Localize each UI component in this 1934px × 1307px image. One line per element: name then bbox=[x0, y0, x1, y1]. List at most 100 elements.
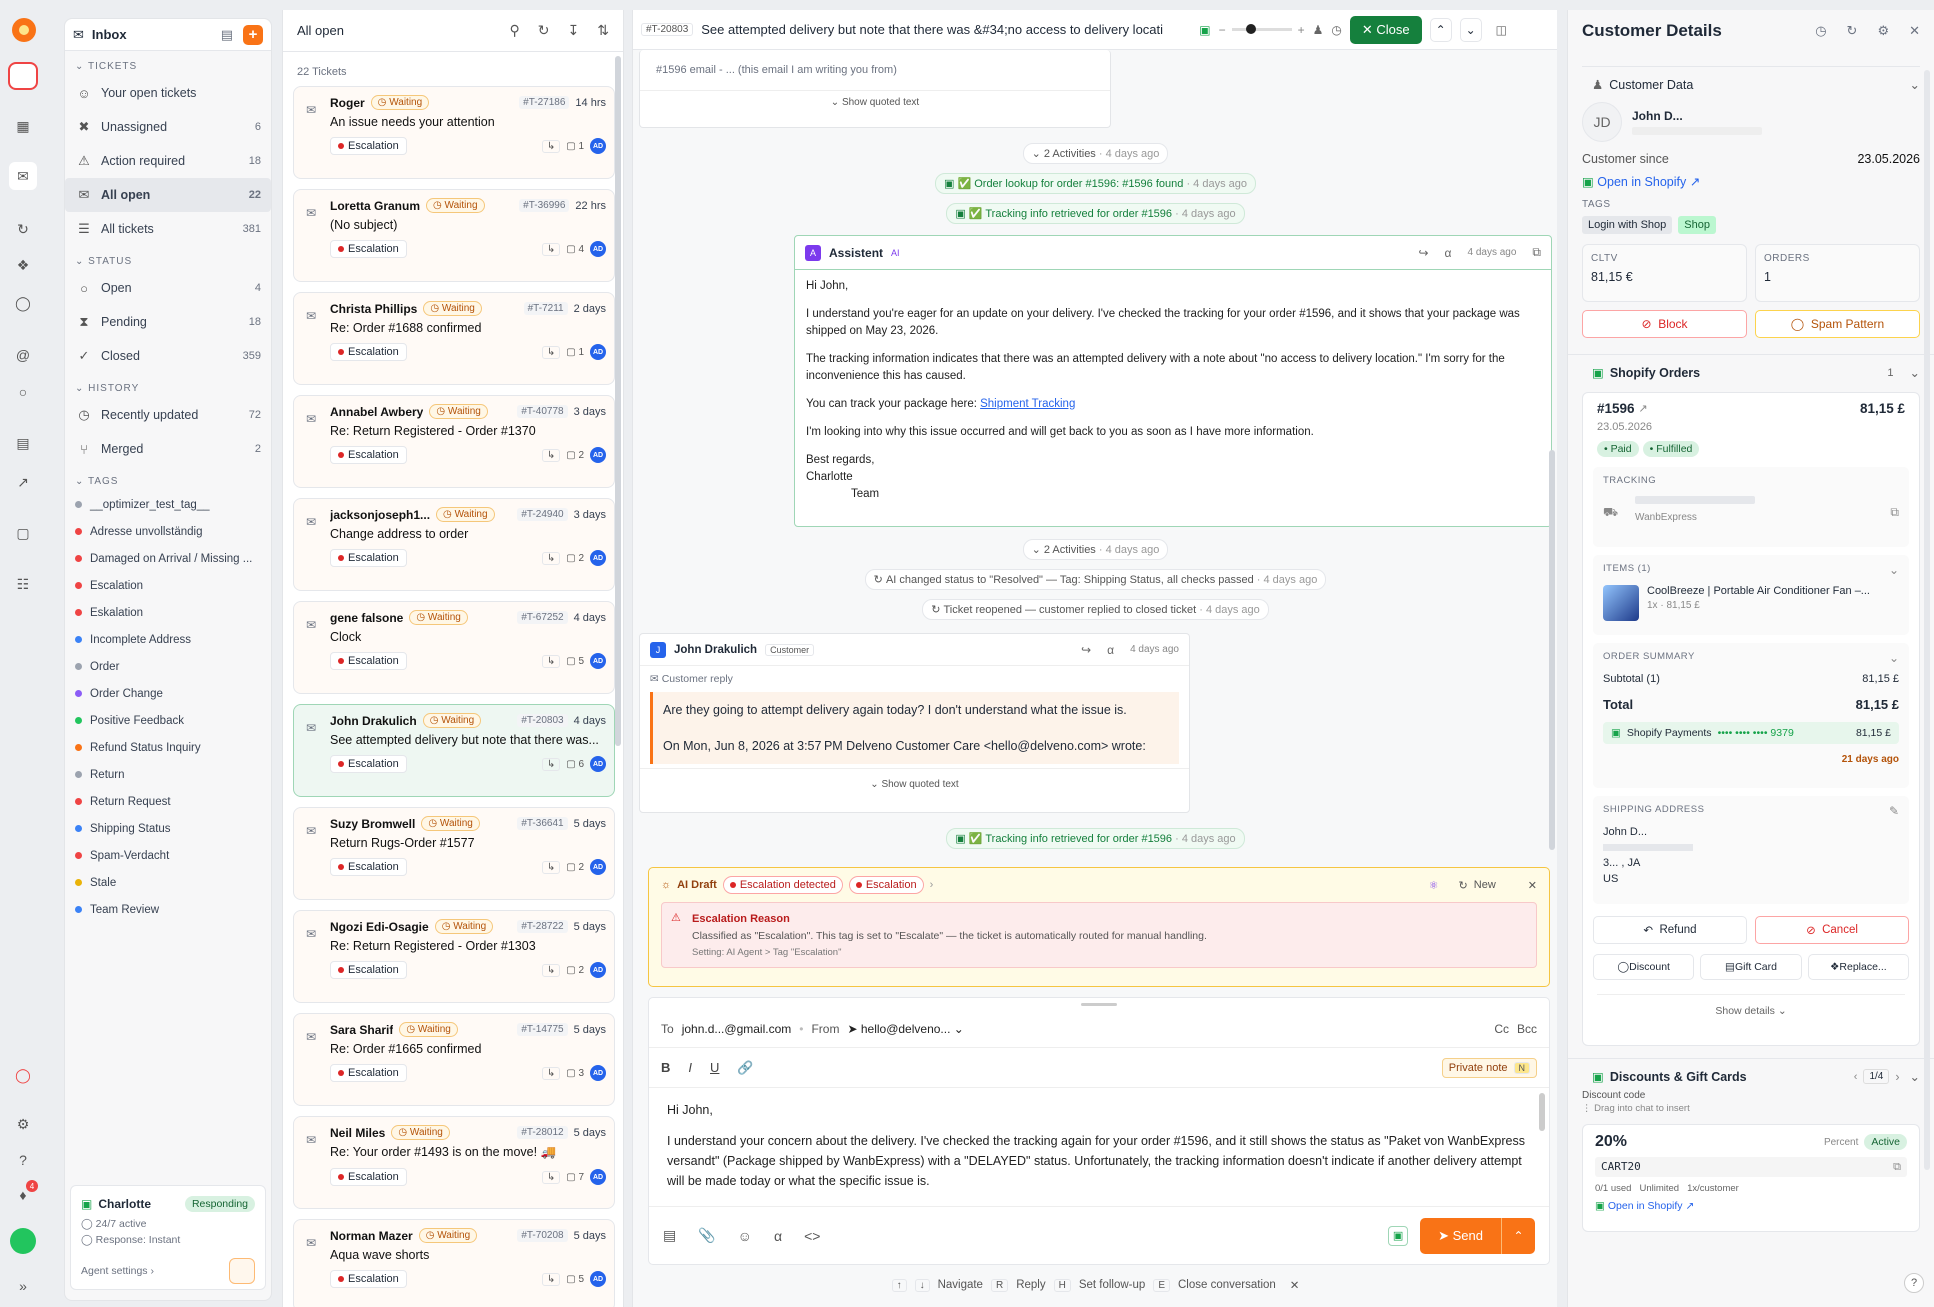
nav-item[interactable]: ⧗ Pending 18 bbox=[65, 305, 271, 339]
agent-face-icon[interactable] bbox=[229, 1258, 255, 1284]
chevron-down-icon[interactable]: ⌄ bbox=[1910, 365, 1920, 380]
composer-scrollbar[interactable] bbox=[1539, 1093, 1545, 1131]
ticket-card[interactable]: ✉ Christa Phillips ◷ Waiting #T-7211 2 days R… bbox=[293, 292, 615, 385]
cube-icon[interactable]: ❖ bbox=[12, 254, 34, 276]
chevron-down-icon[interactable]: ⌄ bbox=[1459, 17, 1482, 42]
activities-toggle[interactable]: ⌄ 2 Activities · 4 days ago bbox=[1022, 143, 1169, 164]
ticket-card[interactable]: ✉ Ngozi Edi-Osagie ◷ Waiting #T-28722 5 days… bbox=[293, 910, 615, 1003]
ticket-card[interactable]: ✉ Neil Miles ◷ Waiting #T-28012 5 days Re: Yo… bbox=[293, 1116, 615, 1209]
tag-item[interactable]: Team Review bbox=[65, 896, 271, 923]
bot-icon[interactable]: ▣ bbox=[1388, 1225, 1409, 1246]
chevron-right-icon[interactable]: › bbox=[1895, 1070, 1899, 1084]
tag-item[interactable]: Return bbox=[65, 761, 271, 788]
customer-data-header[interactable]: ♟ Customer Data ⌄ bbox=[1568, 67, 1934, 93]
bold-icon[interactable]: B bbox=[661, 1060, 670, 1075]
settings-icon[interactable]: ⚙ bbox=[12, 1113, 34, 1135]
close-icon[interactable]: ✕ bbox=[1909, 23, 1920, 39]
settings-icon[interactable]: ⚙ bbox=[1877, 23, 1889, 39]
chevron-left-icon[interactable]: ‹ bbox=[1854, 1071, 1858, 1083]
new-draft-button[interactable]: New bbox=[1474, 879, 1496, 891]
close-ticket-button[interactable]: ✕ Close bbox=[1349, 15, 1422, 44]
attachment-icon[interactable]: 📎 bbox=[698, 1227, 715, 1244]
cancel-order-button[interactable]: ⊘ Cancel bbox=[1755, 916, 1909, 944]
inbox-icon[interactable]: ✉ bbox=[9, 162, 37, 190]
bell-icon[interactable]: ♦ 4 bbox=[12, 1180, 38, 1206]
forward-icon[interactable]: ↪ bbox=[1081, 643, 1091, 657]
chevron-down-icon[interactable]: ⌄ bbox=[1889, 651, 1899, 665]
template-icon[interactable]: ▤ bbox=[663, 1227, 676, 1244]
layout-icon[interactable]: ▤ bbox=[221, 27, 233, 43]
tag-item[interactable]: Damaged on Arrival / Missing ... bbox=[65, 545, 271, 572]
chevron-up-icon[interactable]: ⌃ bbox=[1429, 17, 1452, 42]
tag-item[interactable]: Order bbox=[65, 653, 271, 680]
translate-icon[interactable]: α bbox=[1107, 643, 1114, 657]
agent-settings-link[interactable]: Agent settings bbox=[81, 1265, 148, 1277]
bar-chart-icon[interactable]: ▤ bbox=[12, 432, 34, 454]
ticket-card[interactable]: ✉ gene falsone ◷ Waiting #T-67252 4 days Cloc… bbox=[293, 601, 615, 694]
refresh-icon[interactable]: ↻ bbox=[1847, 23, 1858, 39]
to-field[interactable]: john.d...@gmail.com bbox=[682, 1022, 792, 1036]
show-details-link[interactable]: Show details ⌄ bbox=[1597, 994, 1905, 1017]
open-in-shopify-link[interactable]: ▣ Open in Shopify ↗ bbox=[1595, 1200, 1907, 1212]
tag-item[interactable]: Shipping Status bbox=[65, 815, 271, 842]
tag-item[interactable]: Refund Status Inquiry bbox=[65, 734, 271, 761]
code-icon[interactable]: <> bbox=[804, 1228, 820, 1244]
item-title[interactable]: CoolBreeze | Portable Air Conditioner Fa… bbox=[1647, 585, 1870, 597]
ticket-card[interactable]: ✉ Suzy Bromwell ◷ Waiting #T-36641 5 days Ret… bbox=[293, 807, 615, 900]
nav-item[interactable]: ✖ Unassigned 6 bbox=[65, 110, 271, 144]
nav-item[interactable]: ☰ All tickets 381 bbox=[65, 212, 271, 246]
sidebar-toggle-icon[interactable]: ◫ bbox=[1496, 23, 1507, 37]
tag-item[interactable]: Escalation bbox=[65, 572, 271, 599]
details-scrollbar[interactable] bbox=[1924, 70, 1930, 1170]
translate-icon[interactable]: α bbox=[774, 1228, 782, 1244]
tag-item[interactable]: Return Request bbox=[65, 788, 271, 815]
underline-icon[interactable]: U bbox=[710, 1060, 719, 1075]
tag-item[interactable]: Spam-Verdacht bbox=[65, 842, 271, 869]
close-icon[interactable]: ✕ bbox=[1528, 879, 1537, 892]
nav-item[interactable]: ✓ Closed 359 bbox=[65, 339, 271, 373]
chevron-down-icon[interactable]: ⌄ bbox=[1910, 1069, 1920, 1084]
private-note-toggle[interactable]: Private note N bbox=[1441, 1057, 1537, 1078]
nav-item[interactable]: ○ Open 4 bbox=[65, 271, 271, 305]
tag-item[interactable]: Order Change bbox=[65, 680, 271, 707]
ticket-card[interactable]: ✉ Roger ◷ Waiting #T-27186 14 hrs An issue ne… bbox=[293, 86, 615, 179]
ticket-card[interactable]: ✉ jacksonjoseph1... ◷ Waiting #T-24940 3 day… bbox=[293, 498, 615, 591]
ticket-card[interactable]: ✉ Loretta Granum ◷ Waiting #T-36996 22 hrs (N… bbox=[293, 189, 615, 282]
tag-chip[interactable]: Shop bbox=[1678, 216, 1716, 234]
edit-icon[interactable]: ✎ bbox=[1889, 804, 1899, 818]
shipment-tracking-link[interactable]: Shipment Tracking bbox=[980, 398, 1075, 410]
tag-item[interactable]: Eskalation bbox=[65, 599, 271, 626]
sort-icon[interactable]: ⇅ bbox=[597, 22, 609, 39]
ticket-card[interactable]: ✉ John Drakulich ◷ Waiting #T-20803 4 days Se… bbox=[293, 704, 615, 797]
tag-item[interactable]: Incomplete Address bbox=[65, 626, 271, 653]
discount-button[interactable]: ◯ Discount bbox=[1593, 954, 1695, 980]
order-id[interactable]: #1596 bbox=[1597, 401, 1635, 416]
link-icon[interactable]: 🔗 bbox=[737, 1060, 753, 1076]
chat-icon[interactable]: ○ bbox=[12, 381, 34, 403]
activities-toggle[interactable]: ⌄ 2 Activities · 4 days ago bbox=[1022, 539, 1169, 560]
copy-icon[interactable]: ⧉ bbox=[1890, 505, 1899, 520]
nav-item[interactable]: ⑂ Merged 2 bbox=[65, 432, 271, 466]
conversation-scrollbar[interactable] bbox=[1549, 450, 1555, 850]
regenerate-icon[interactable]: ↻ bbox=[1459, 879, 1468, 892]
refresh-icon[interactable]: ↻ bbox=[12, 218, 34, 240]
tag-chip[interactable]: Login with Shop bbox=[1582, 216, 1673, 234]
copy-icon[interactable]: ⧉ bbox=[1532, 245, 1541, 260]
expand-icon[interactable]: » bbox=[12, 1275, 34, 1297]
logo-icon[interactable] bbox=[12, 18, 36, 42]
users-icon[interactable]: ♟ bbox=[1313, 23, 1324, 37]
show-quoted-link[interactable]: ⌄ Show quoted text bbox=[640, 768, 1189, 790]
ticket-card[interactable]: ✉ Sara Sharif ◷ Waiting #T-14775 5 days Re: O… bbox=[293, 1013, 615, 1106]
italic-icon[interactable]: I bbox=[688, 1060, 692, 1075]
chevron-down-icon[interactable]: ⌄ bbox=[1910, 77, 1920, 92]
ticket-card[interactable]: ✉ Annabel Awbery ◷ Waiting #T-40778 3 days Re… bbox=[293, 395, 615, 488]
emoji-icon[interactable]: ☺ bbox=[738, 1228, 752, 1244]
reply-body[interactable]: Hi John, I understand your concern about… bbox=[649, 1088, 1549, 1196]
gift-card-button[interactable]: ▤ Gift Card bbox=[1700, 954, 1802, 980]
book-icon[interactable]: ☷ bbox=[12, 573, 34, 595]
send-button[interactable]: ➤ Send bbox=[1420, 1217, 1501, 1254]
shopify-orders-header[interactable]: ▣ Shopify Orders 1 ⌄ bbox=[1568, 355, 1934, 381]
at-icon[interactable]: @ bbox=[12, 344, 34, 366]
nav-item[interactable]: ◷ Recently updated 72 bbox=[65, 398, 271, 432]
chevron-down-icon[interactable]: ⌄ bbox=[1889, 563, 1899, 577]
